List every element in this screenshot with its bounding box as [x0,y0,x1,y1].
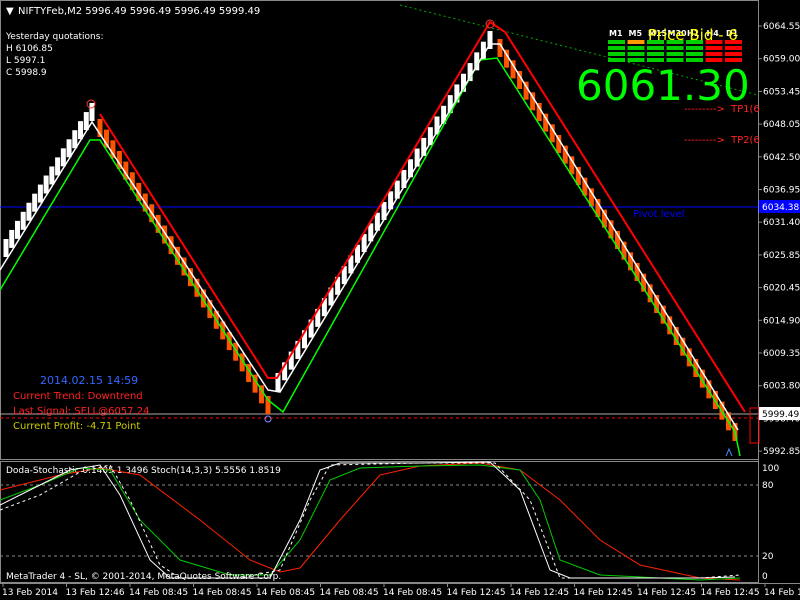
timeframe-strength-bar [666,52,684,56]
time-tick-label: 14 Feb 08:45 [320,588,379,598]
bull-renko-bar [49,166,55,185]
info-profit: Current Profit: -4.71 Point [13,421,140,432]
doda-main-line [0,461,736,579]
copyright-text: MetaTrader 4 - SL, © 2001-2014, MetaQuot… [6,572,281,582]
time-tick-label: 14 Feb 12:45 [701,588,760,598]
time-tick-label: 13 Feb 12:46 [66,588,125,598]
time-tick-label: 13 Feb 2014 [2,588,58,598]
bull-renko-bar [26,202,32,221]
current-bar-box [749,407,760,444]
timeframe-strength-bar [686,52,703,56]
info-datetime: 2014.02.15 14:59 [40,374,138,387]
symbol-header: NIFTYFeb,M2 5996.49 5996.49 5996.49 5999… [18,6,260,17]
timeframe-strength-bar [705,46,723,50]
timeframe-strength-bar [725,52,742,56]
time-tick-label: 14 Feb 12:45 [510,588,569,598]
doda-signal-line [0,462,741,579]
indicator-level-0: 0 [762,572,768,582]
price-axis: 6064.55 6059.00 6053.45 6048.05 6042.50 6036.… [758,22,800,457]
bull-renko-bar [66,139,72,158]
price-tick-label: 6009.35 [763,349,800,359]
timeframe-strength-bar [608,46,625,50]
timeframe-label: M1 [609,29,623,38]
timeframe-strength-bar [666,46,684,50]
timeframe-strength-bar [627,52,645,56]
timeframe-strength-bar [627,40,645,44]
price-tick-label: 6064.55 [763,22,800,32]
time-axis: 13 Feb 2014 13 Feb 12:46 14 Feb 08:45 14 Fe… [2,583,800,598]
price-tick-label: 6053.45 [763,87,800,97]
bull-renko-bar [60,148,66,167]
price-tick-label: 6020.45 [763,284,800,294]
timeframe-strength-bar [686,46,703,50]
pivot-price-tag-text: 6034.38 [762,203,799,213]
chart-canvas[interactable]: ▼ NIFTYFeb,M2 5996.49 5996.49 5996.49 59… [0,0,800,600]
yesterday-close: C 5998.9 [6,68,47,78]
indicator-level-20: 20 [762,552,774,562]
tp1-label: TP1(6 [730,104,760,115]
price-tick-label: 6059.00 [763,55,800,65]
time-tick-label: 14 Feb 08:45 [256,588,315,598]
indicator-level-80: 80 [762,481,774,491]
time-tick-label: 14 Feb 08:45 [193,588,252,598]
indicator-frame [0,461,759,583]
bull-renko-bar [32,193,38,212]
yesterday-high: H 6106.85 [6,44,53,54]
timeframe-strength-bar [705,52,723,56]
tp1-arrow: ---------> [684,104,725,115]
tp2-arrow: ---------> [684,135,725,146]
swing-low-marker [264,415,272,423]
bull-renko-bar [55,157,61,176]
bull-renko-bar [3,239,9,257]
pivot-label: Pivot level [633,209,685,220]
price-tick-label: 5992.85 [763,447,800,457]
bull-renko-bar [37,184,43,203]
bull-renko-bar [43,175,49,194]
time-tick-label: 14 Feb 12:45 [574,588,633,598]
yesterday-title: Yesterday quotations: [5,32,103,42]
time-tick-label: 14 Feb 08:45 [383,588,442,598]
info-signal: Last Signal: SELL@6057.24 [13,406,149,417]
timeframe-strength-bar [627,46,645,50]
indicator-level-100: 100 [762,464,779,474]
price-tick-label: 6048.05 [763,120,800,130]
price-tick-label: 6025.85 [763,251,800,261]
indicator-title: Doda-Stochastic 0.1405 1.3496 Stoch(14,3… [6,466,281,476]
price-tick-label: 6014.90 [763,316,800,326]
tp2-label: TP2(6 [730,135,760,146]
timeframe-strength-bar [647,52,664,56]
yesterday-low: L 5997.1 [6,56,45,66]
timeframe-strength-bar [608,40,625,44]
bull-renko-bar [9,229,15,248]
price-tick-label: 6031.40 [763,218,800,228]
info-trend: Current Trend: Downtrend [13,391,143,402]
timeframe-strength-bar [608,52,625,56]
price-tick-label: 6003.80 [763,382,800,392]
price-tick-label: 6036.95 [763,186,800,196]
time-tick-label: 14 Feb 08:45 [129,588,188,598]
price-tick-label: 6042.50 [763,153,800,163]
current-price-tag-text: 5999.49 [762,410,799,420]
stoch-signal-line [0,462,741,581]
arrow-marker [725,447,733,457]
timeframe-strength-bar [725,46,742,50]
time-tick-label: 14 Feb 12:45 [637,588,696,598]
price-bid-label: Price Bid - 6 [648,26,738,44]
bull-renko-bar [14,220,20,239]
timeframe-strength-bar [647,46,664,50]
symbol-header-icon: ▼ [6,6,14,17]
bull-renko-bar [20,211,26,230]
price-bid-value: 6061.30 [576,61,750,110]
time-tick-label: 14 Feb 12:45 [447,588,506,598]
time-tick-label: 14 Feb 12:45 [764,588,800,598]
bull-renko-bar [89,103,95,121]
timeframe-label: M5 [629,29,643,38]
